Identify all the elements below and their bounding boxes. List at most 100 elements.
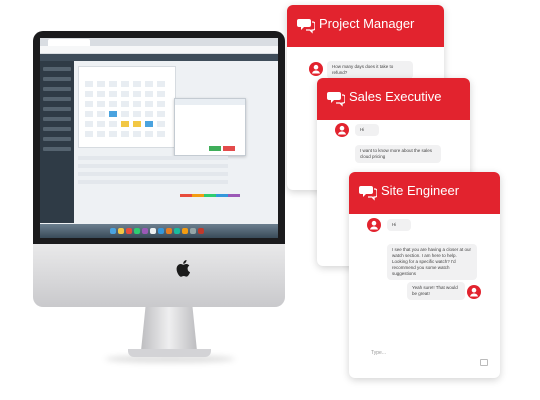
user-avatar	[467, 285, 481, 299]
calendar-day-cell[interactable]	[145, 91, 153, 97]
sidebar-item[interactable]	[43, 107, 71, 111]
calendar-day-cell[interactable]	[109, 81, 117, 87]
calendar-day-cell[interactable]	[145, 101, 153, 107]
calendar-day-cell[interactable]	[97, 81, 105, 87]
calendar-day-cell[interactable]	[97, 131, 105, 137]
user-icon	[370, 220, 378, 230]
chat-card-title: Project Manager	[319, 16, 415, 31]
calendar-grid	[78, 66, 176, 148]
calendar-day-cell[interactable]	[109, 111, 117, 117]
chat-message: Hi	[355, 124, 379, 136]
calendar-day-cell[interactable]	[97, 101, 105, 107]
chat-bubbles-icon	[359, 186, 377, 201]
calendar-day-cell[interactable]	[157, 91, 165, 97]
sidebar-item[interactable]	[43, 147, 71, 151]
dock-app-icon[interactable]	[142, 228, 148, 234]
user-icon	[338, 125, 346, 135]
calendar-day-cell[interactable]	[157, 121, 165, 127]
chat-message: Hi	[387, 219, 411, 231]
calendar-day-cell[interactable]	[121, 91, 129, 97]
dock-app-icon[interactable]	[118, 228, 124, 234]
modal-dialog	[174, 98, 246, 156]
calendar-day-cell[interactable]	[157, 81, 165, 87]
dock-app-icon[interactable]	[134, 228, 140, 234]
os-dock	[40, 224, 278, 238]
dock-app-icon[interactable]	[198, 228, 204, 234]
chat-card-title: Sales Executive	[349, 89, 442, 104]
monitor-chin	[33, 244, 285, 307]
calendar-day-cell[interactable]	[85, 121, 93, 127]
chat-card-title: Site Engineer	[381, 183, 460, 198]
calendar-day-cell[interactable]	[121, 81, 129, 87]
browser-tab-bar	[40, 38, 278, 46]
browser-address-bar[interactable]	[40, 46, 278, 54]
dock-app-icon[interactable]	[110, 228, 116, 234]
apple-logo-icon	[176, 259, 192, 277]
calendar-day-cell[interactable]	[157, 131, 165, 137]
table-row[interactable]	[78, 164, 228, 168]
bot-avatar	[335, 123, 349, 137]
calendar-day-cell[interactable]	[109, 121, 117, 127]
calendar-day-cell[interactable]	[133, 101, 141, 107]
calendar-day-cell[interactable]	[85, 81, 93, 87]
dock-app-icon[interactable]	[174, 228, 180, 234]
calendar-day-cell[interactable]	[133, 121, 141, 127]
calendar-day-cell[interactable]	[133, 131, 141, 137]
calendar-day-cell[interactable]	[85, 101, 93, 107]
sidebar-item[interactable]	[43, 97, 71, 101]
calendar-day-cell[interactable]	[133, 111, 141, 117]
table-row[interactable]	[78, 180, 228, 184]
sidebar-item[interactable]	[43, 137, 71, 141]
app-sidebar	[40, 61, 74, 223]
calendar-day-cell[interactable]	[145, 81, 153, 87]
chat-message: How many days does it take to refund?	[327, 61, 413, 79]
calendar-day-cell[interactable]	[121, 131, 129, 137]
calendar-day-cell[interactable]	[145, 111, 153, 117]
calendar-day-cell[interactable]	[121, 121, 129, 127]
dock-app-icon[interactable]	[150, 228, 156, 234]
browser-tab[interactable]	[48, 39, 90, 46]
modal-confirm-button[interactable]	[209, 146, 221, 151]
monitor-screen	[40, 38, 278, 238]
sidebar-item[interactable]	[43, 127, 71, 131]
calendar-day-cell[interactable]	[145, 121, 153, 127]
calendar-day-cell[interactable]	[109, 91, 117, 97]
modal-cancel-button[interactable]	[223, 146, 235, 151]
calendar-day-cell[interactable]	[109, 101, 117, 107]
table-row[interactable]	[78, 156, 228, 160]
calendar-day-cell[interactable]	[109, 131, 117, 137]
calendar-day-cell[interactable]	[157, 101, 165, 107]
send-icon[interactable]	[480, 359, 488, 366]
calendar-day-cell[interactable]	[85, 131, 93, 137]
chat-card-header: Project Manager	[287, 5, 444, 47]
table-row[interactable]	[78, 172, 228, 176]
calendar-day-cell[interactable]	[121, 101, 129, 107]
sidebar-item[interactable]	[43, 87, 71, 91]
calendar-day-cell[interactable]	[121, 111, 129, 117]
calendar-day-cell[interactable]	[157, 111, 165, 117]
message-input[interactable]: Type...	[371, 350, 386, 356]
calendar-day-cell[interactable]	[85, 111, 93, 117]
sidebar-item[interactable]	[43, 77, 71, 81]
calendar-day-cell[interactable]	[97, 121, 105, 127]
calendar-day-cell[interactable]	[145, 131, 153, 137]
calendar-day-cell[interactable]	[85, 91, 93, 97]
sidebar-item[interactable]	[43, 117, 71, 121]
dock-app-icon[interactable]	[166, 228, 172, 234]
chat-message: I want to know more about the sales clou…	[355, 145, 441, 163]
calendar-day-cell[interactable]	[133, 91, 141, 97]
dock-app-icon[interactable]	[190, 228, 196, 234]
bot-avatar	[309, 62, 323, 76]
chat-message: I see that you are having a closer at ou…	[387, 244, 477, 280]
calendar-day-cell[interactable]	[97, 91, 105, 97]
modal-header	[175, 99, 245, 105]
chat-bubbles-icon	[297, 19, 315, 34]
chat-card-header: Sales Executive	[317, 78, 470, 120]
calendar-day-cell[interactable]	[97, 111, 105, 117]
dock-app-icon[interactable]	[182, 228, 188, 234]
dock-app-icon[interactable]	[126, 228, 132, 234]
sidebar-item[interactable]	[43, 67, 71, 71]
dock-app-icon[interactable]	[158, 228, 164, 234]
calendar-day-cell[interactable]	[133, 81, 141, 87]
chat-bubbles-icon	[327, 92, 345, 107]
